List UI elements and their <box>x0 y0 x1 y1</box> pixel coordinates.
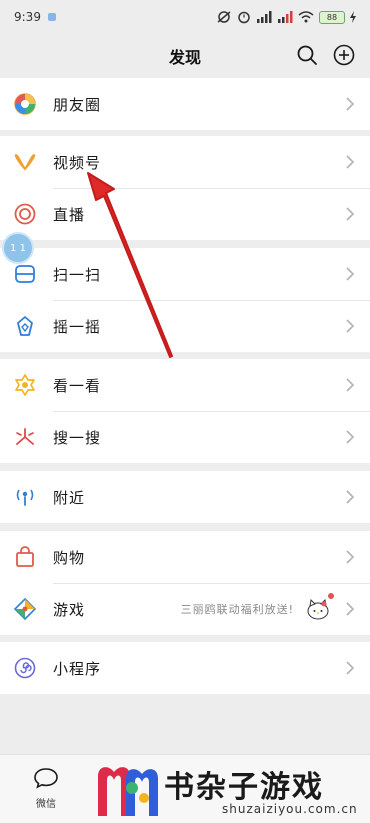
group-channels: 视频号 直播 <box>0 136 370 240</box>
channels-icon <box>14 154 36 171</box>
shopping-bag-icon <box>16 546 34 567</box>
shake-icon <box>17 316 33 336</box>
signal-icon <box>257 11 272 23</box>
menu-item-moments[interactable]: 朋友圈 <box>0 78 370 130</box>
group-nearby: 附近 <box>0 471 370 523</box>
top-stories-icon <box>15 374 35 396</box>
group-top-stories: 看一看 搜一搜 <box>0 359 370 463</box>
menu-item-channels[interactable]: 视频号 <box>0 136 370 188</box>
status-time: 9:39 <box>14 10 41 24</box>
search-feature-icon <box>16 428 34 445</box>
search-icon[interactable] <box>296 44 318 66</box>
group-scan: 扫一扫 摇一摇 <box>0 248 370 352</box>
menu-label-mini-programs: 小程序 <box>53 659 102 678</box>
group-moments: 朋友圈 <box>0 78 370 130</box>
chevron-right-icon <box>346 267 354 281</box>
add-icon[interactable] <box>333 44 355 66</box>
scan-icon <box>15 265 35 283</box>
chevron-right-icon <box>346 490 354 504</box>
nearby-icon <box>16 489 34 506</box>
wifi-icon <box>298 11 314 23</box>
menu-label-search: 搜一搜 <box>53 428 102 447</box>
chevron-right-icon <box>346 550 354 564</box>
menu-item-top-stories[interactable]: 看一看 <box>0 359 370 411</box>
menu-item-search[interactable]: 搜一搜 <box>0 411 370 463</box>
group-mini-programs: 小程序 <box>0 642 370 694</box>
group-shopping: 购物 游戏 三丽鸥联动福利放送! <box>0 531 370 635</box>
menu-item-shake[interactable]: 摇一摇 <box>0 300 370 352</box>
menu-item-games[interactable]: 游戏 三丽鸥联动福利放送! <box>0 583 370 635</box>
notification-icon <box>47 13 56 21</box>
menu-item-shopping[interactable]: 购物 <box>0 531 370 583</box>
menu-label-nearby: 附近 <box>53 488 86 507</box>
charging-icon <box>350 11 356 23</box>
chevron-right-icon <box>346 378 354 392</box>
games-icon <box>14 598 36 620</box>
chat-bubble-icon <box>34 768 58 789</box>
status-bar: 9:39 88 <box>0 0 370 34</box>
signal-icon-2 <box>278 11 293 23</box>
menu-label-live: 直播 <box>53 205 86 224</box>
chevron-right-icon <box>346 155 354 169</box>
watermark-url: shuzaiziyou.com.cn <box>222 802 358 816</box>
menu-item-live[interactable]: 直播 <box>0 188 370 240</box>
header: 发现 <box>0 34 370 78</box>
chevron-right-icon <box>346 207 354 221</box>
games-promo-text: 三丽鸥联动福利放送! <box>180 603 294 616</box>
chevron-right-icon <box>346 97 354 111</box>
alarm-icon <box>238 11 250 24</box>
menu-label-shake: 摇一摇 <box>53 317 102 336</box>
watermark-text: 书杂子游戏 <box>164 770 324 805</box>
menu-item-mini-programs[interactable]: 小程序 <box>0 642 370 694</box>
battery-indicator: 88 <box>319 10 345 24</box>
tab-chats-label: 微信 <box>36 799 56 810</box>
watermark: 书杂子游戏 shuzaiziyou.com.cn <box>92 758 370 822</box>
mini-programs-icon <box>14 657 36 679</box>
chevron-right-icon <box>346 602 354 616</box>
menu-item-scan[interactable]: 扫一扫 <box>0 248 370 300</box>
live-icon <box>14 203 36 225</box>
watermark-logo-icon <box>98 767 158 816</box>
floating-ball-text: 1 1 <box>10 242 26 254</box>
menu-item-nearby[interactable]: 附近 <box>0 471 370 523</box>
tab-chats[interactable]: 微信 <box>26 767 66 810</box>
chevron-right-icon <box>346 661 354 675</box>
menu-label-shopping: 购物 <box>53 548 86 567</box>
new-badge-dot <box>328 593 334 599</box>
alarm-off-icon <box>217 11 231 23</box>
page-title: 发现 <box>168 48 201 67</box>
menu-label-top-stories: 看一看 <box>53 376 102 395</box>
menu-label-games: 游戏 <box>53 600 86 619</box>
menu-label-scan: 扫一扫 <box>53 265 102 284</box>
chevron-right-icon <box>346 430 354 444</box>
menu-label-moments: 朋友圈 <box>53 95 102 114</box>
hello-kitty-avatar-icon <box>307 598 329 620</box>
chevron-right-icon <box>346 319 354 333</box>
moments-icon <box>14 93 36 115</box>
menu-label-channels: 视频号 <box>53 153 102 172</box>
floating-assistant-ball[interactable]: 1 1 <box>2 232 34 264</box>
